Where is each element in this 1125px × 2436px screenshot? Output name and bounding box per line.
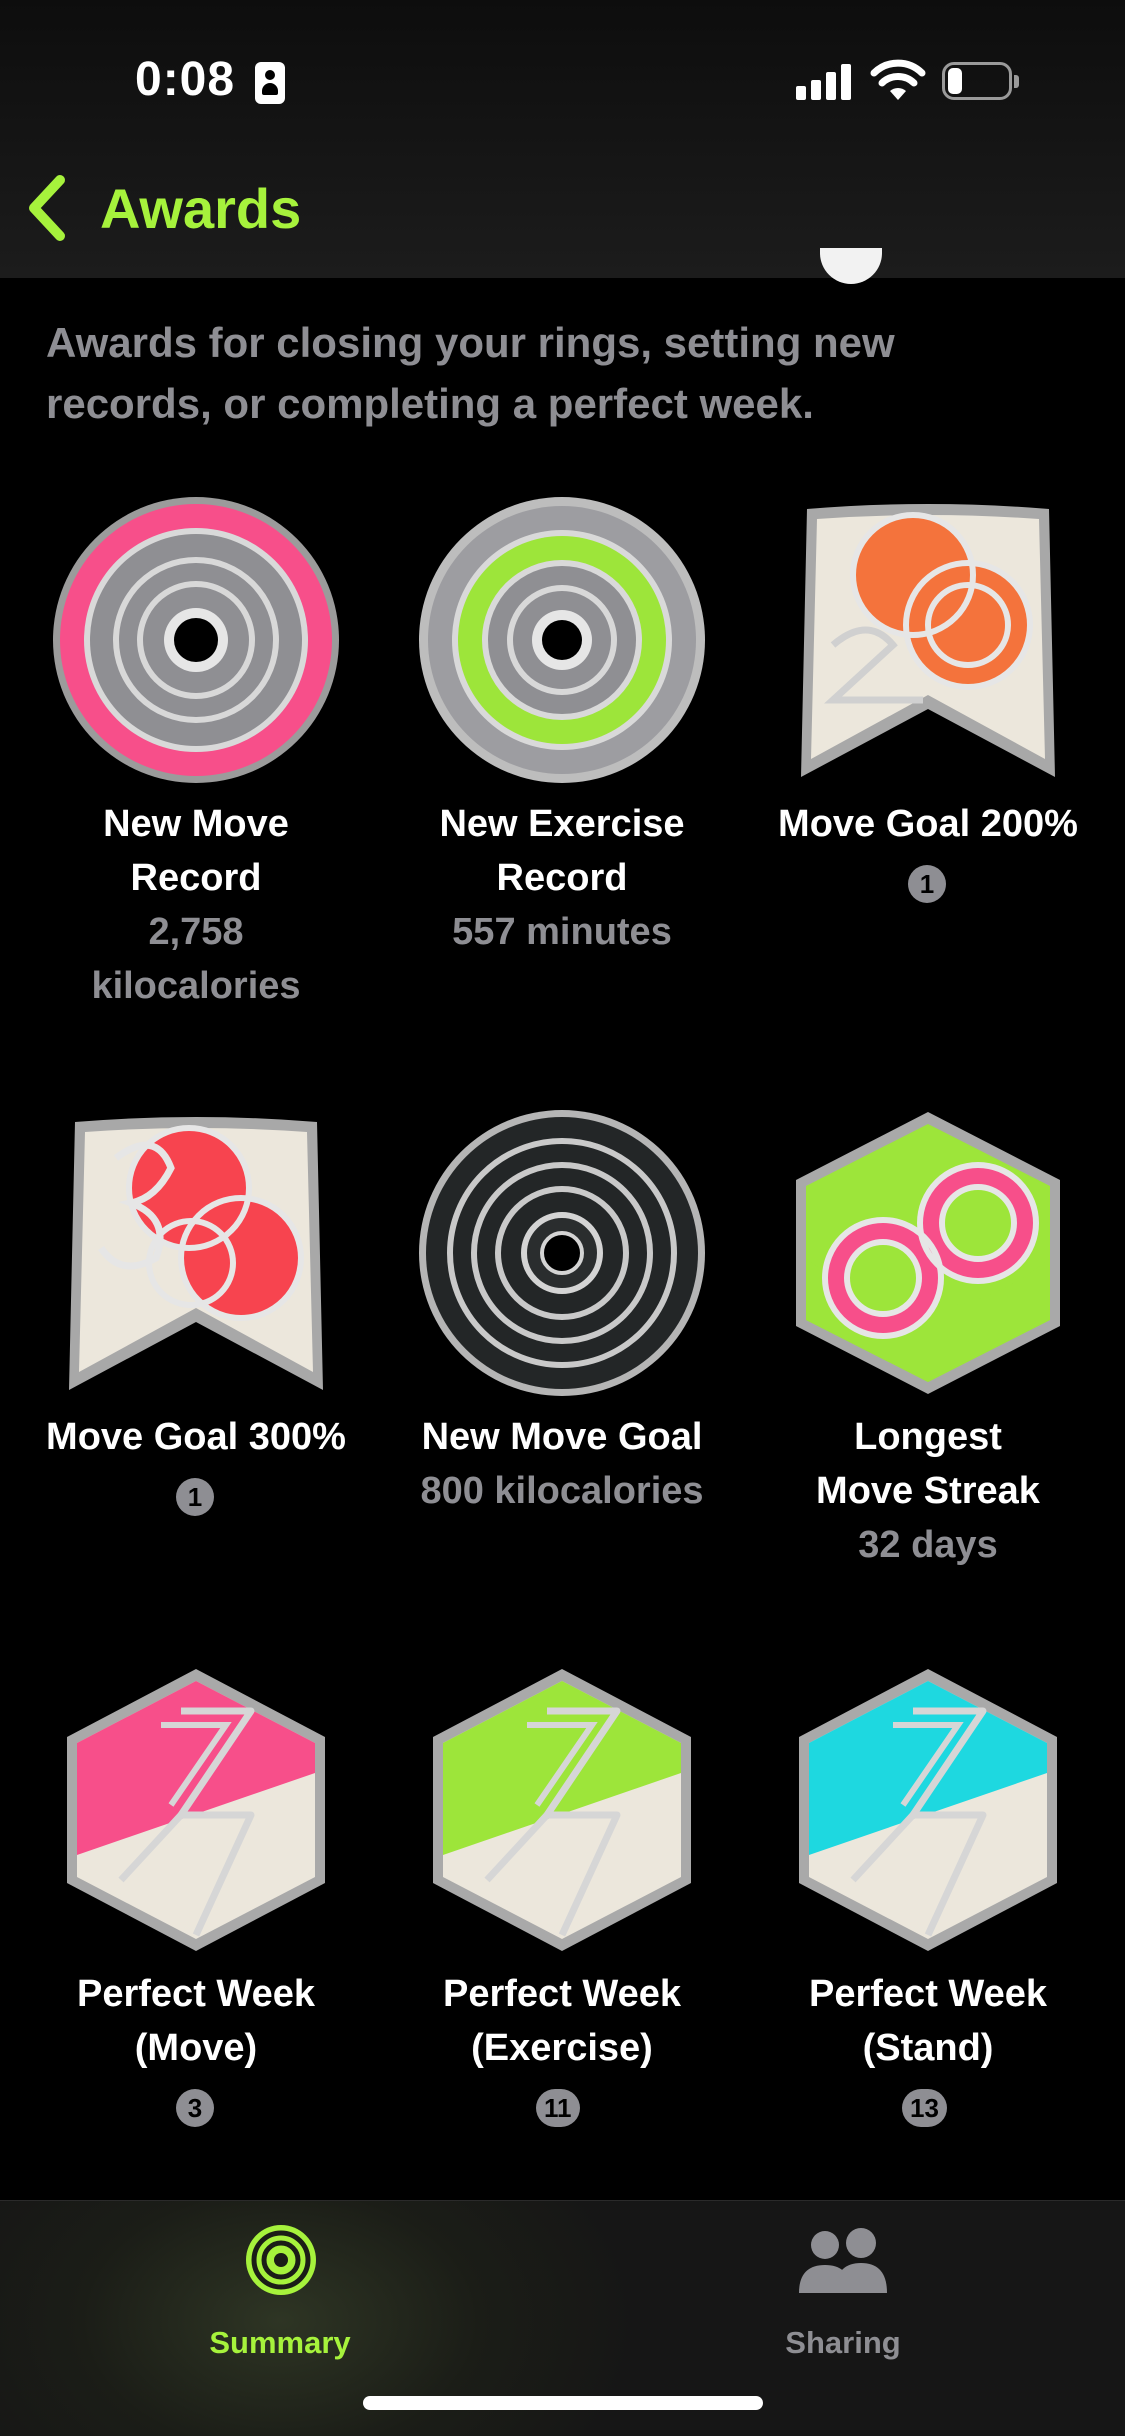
award-title: Longest [854, 1416, 1002, 1458]
award-title: Record [130, 857, 262, 899]
award-new-exercise-record[interactable]: New Exercise Record 557 minutes [377, 495, 747, 965]
award-move-goal-200[interactable]: Move Goal 200% 1 [743, 495, 1113, 915]
award-title: (Stand) [862, 2027, 994, 2069]
award-title: Perfect Week [809, 1973, 1047, 2015]
chevron-left-icon [29, 175, 65, 241]
perfect-week-stand-badge-icon [793, 1665, 1063, 1955]
award-perfect-week-exercise[interactable]: Perfect Week (Exercise) 11 [377, 1665, 747, 2135]
award-detail: kilocalories [91, 965, 301, 1007]
award-perfect-week-move[interactable]: Perfect Week (Move) 3 [11, 1665, 381, 2135]
award-detail: 557 minutes [452, 911, 672, 953]
award-detail: 800 kilocalories [420, 1470, 704, 1512]
award-title: New Move [103, 803, 289, 845]
move-streak-badge-icon [788, 1108, 1068, 1398]
new-move-goal-badge-icon [417, 1108, 707, 1398]
award-new-move-goal[interactable]: New Move Goal 800 kilocalories [377, 1108, 747, 1528]
award-title: (Move) [134, 2027, 258, 2069]
award-title: Perfect Week [77, 1973, 315, 2015]
tab-sharing[interactable]: Sharing [713, 2223, 973, 2373]
award-title: New Exercise [439, 803, 685, 845]
tab-summary[interactable]: Summary [150, 2223, 410, 2373]
award-count-badge: 1 [908, 865, 946, 903]
people-icon [799, 2228, 887, 2293]
award-title: Move Streak [816, 1470, 1040, 1512]
header: 0:08 Awards [0, 0, 1125, 278]
awards-description: Awards for closing your rings, setting n… [46, 319, 895, 427]
award-title: Perfect Week [443, 1973, 681, 2015]
award-count-badge: 11 [536, 2089, 580, 2127]
activity-rings-icon [246, 2225, 316, 2295]
move-record-badge-icon [51, 495, 341, 785]
awards-screen: 0:08 Awards Awards for closing your ring… [0, 0, 1125, 2436]
award-longest-move-streak[interactable]: Longest Move Streak 32 days [743, 1108, 1113, 1578]
partial-badge-edge [820, 248, 882, 284]
award-title: Move Goal 200% [778, 803, 1078, 845]
award-title: Record [496, 857, 628, 899]
award-count-badge: 3 [176, 2089, 214, 2127]
perfect-week-exercise-badge-icon [427, 1665, 697, 1955]
back-button[interactable]: Awards [22, 168, 301, 248]
focus-person-icon [255, 62, 285, 104]
cellular-signal-icon [796, 62, 854, 100]
home-indicator[interactable] [363, 2396, 763, 2410]
award-detail: 32 days [858, 1524, 998, 1566]
award-detail: 2,758 [148, 911, 244, 953]
award-title: New Move Goal [421, 1416, 703, 1458]
award-count-badge: 1 [176, 1478, 214, 1516]
wifi-icon [870, 59, 926, 100]
award-perfect-week-stand[interactable]: Perfect Week (Stand) 13 [743, 1665, 1113, 2135]
award-title: (Exercise) [471, 2027, 653, 2069]
perfect-week-move-badge-icon [61, 1665, 331, 1955]
award-title: Move Goal 300% [46, 1416, 346, 1458]
award-new-move-record[interactable]: New Move Record 2,758 kilocalories [11, 495, 381, 1015]
battery-icon [942, 62, 1020, 100]
tab-summary-label: Summary [209, 2325, 351, 2360]
move-goal-300-badge-icon [61, 1108, 331, 1398]
nav-title: Awards [100, 176, 302, 240]
move-goal-200-badge-icon [793, 495, 1063, 785]
status-time: 0:08 [135, 53, 236, 106]
exercise-record-badge-icon [417, 495, 707, 785]
award-move-goal-300[interactable]: Move Goal 300% 1 [11, 1108, 381, 1528]
award-count-badge: 13 [902, 2089, 947, 2127]
tab-sharing-label: Sharing [785, 2325, 901, 2360]
